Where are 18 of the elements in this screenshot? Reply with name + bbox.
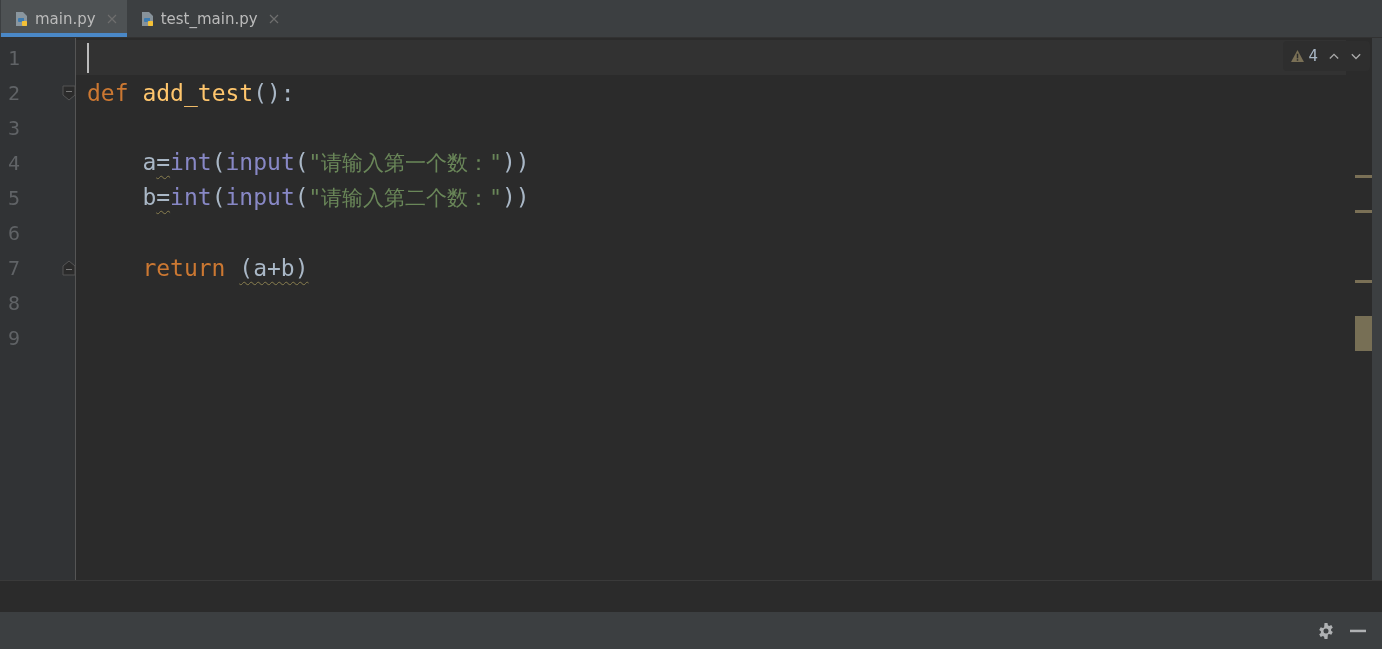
editor-tab[interactable]: test_main.py [126,0,289,37]
next-icon[interactable] [1350,51,1362,61]
warning-icon [1291,50,1305,62]
python-file-icon [139,10,156,27]
scroll-thumb[interactable] [1355,316,1372,351]
fold-icon[interactable] [62,259,76,276]
fold-icon[interactable] [62,84,76,101]
python-file-icon [14,10,30,27]
code-line: b=int(input("请输入第二个数：")) [142,183,530,212]
previous-icon[interactable] [1328,51,1340,61]
editor-tab[interactable]: main.py [1,0,127,37]
code-line: def add_test(): [87,79,295,106]
warning-count: 4 [1308,47,1318,65]
code-line: return (a+b) [142,254,309,281]
code-line: a=int(input("请输入第一个数：")) [142,148,530,177]
minimize-icon[interactable] [1350,628,1366,633]
close-icon[interactable] [268,13,279,24]
settings-icon[interactable] [1318,622,1334,639]
